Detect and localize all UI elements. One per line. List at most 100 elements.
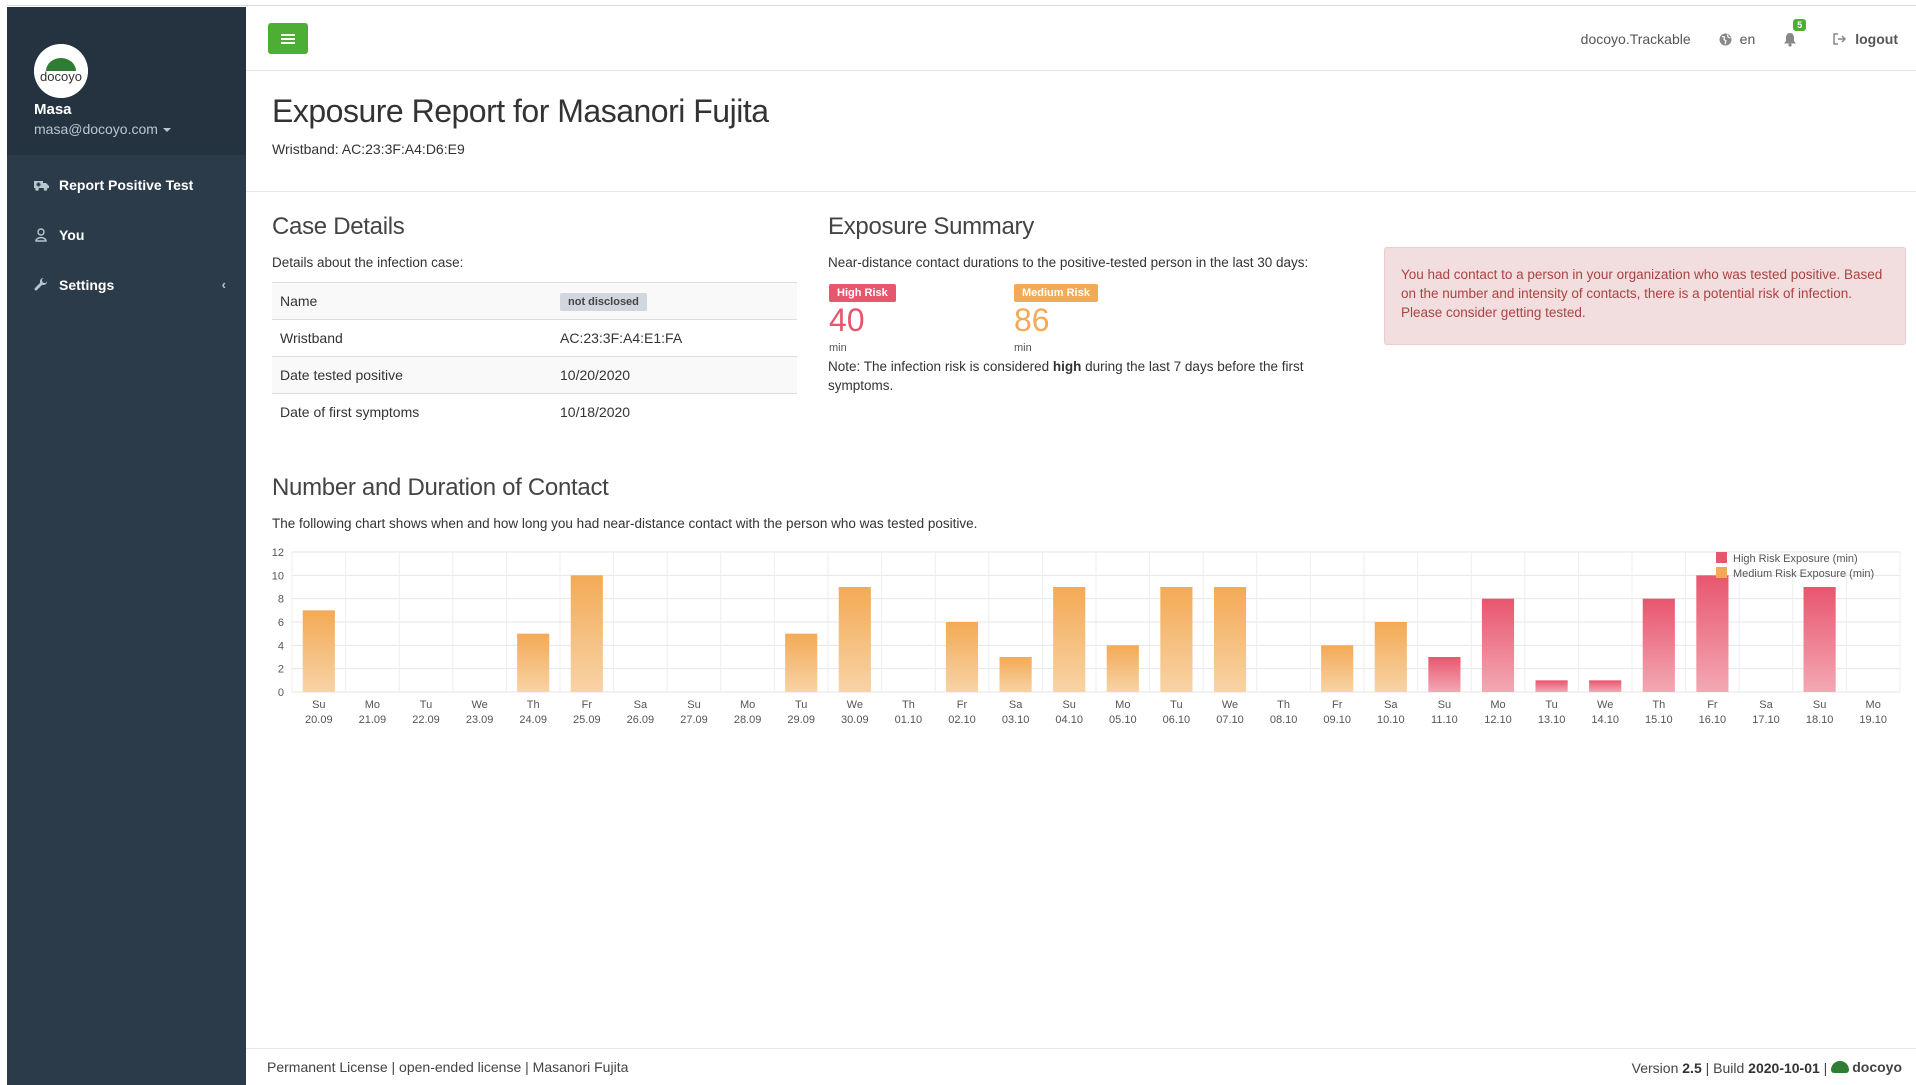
exposure-summary-title: Exposure Summary: [828, 213, 1034, 240]
x-tick-date: 09.10: [1323, 714, 1351, 726]
x-tick-date: 15.10: [1645, 714, 1673, 726]
wrench-icon: [33, 277, 49, 293]
x-tick-day: Tu: [795, 699, 807, 711]
x-tick-date: 16.10: [1699, 714, 1727, 726]
bar-high-risk: [1428, 657, 1461, 692]
exposure-summary-description: Near-distance contact durations to the p…: [828, 255, 1309, 270]
footer: Permanent License | open-ended license |…: [246, 1048, 1916, 1085]
bell-icon: [1783, 32, 1797, 47]
bar-medium-risk: [1053, 587, 1086, 692]
chart-y-axis: 0 2 4 6 8 10 12: [272, 547, 284, 699]
hamburger-icon: [281, 37, 295, 40]
license-info: Permanent License | open-ended license |…: [267, 1059, 629, 1075]
x-tick-date: 27.09: [680, 714, 708, 726]
x-tick-day: Th: [1652, 699, 1665, 711]
x-tick-date: 29.09: [787, 714, 815, 726]
bar-medium-risk: [838, 587, 871, 692]
x-tick-day: Su: [312, 699, 325, 711]
app-name: docoyo.Trackable: [1580, 31, 1691, 47]
x-tick-date: 26.09: [627, 714, 655, 726]
logo-text: docoyo: [40, 69, 82, 84]
content-header: Exposure Report for Masanori Fujita Wris…: [246, 71, 1916, 192]
sidebar-item-label: Report Positive Test: [59, 177, 194, 193]
docoyo-logo-icon: docoyo: [34, 44, 88, 98]
medium-risk-value: 86: [1014, 302, 1050, 338]
x-tick-day: We: [847, 699, 863, 711]
language-label: en: [1739, 31, 1756, 47]
x-tick-day: Th: [1277, 699, 1290, 711]
chart-bars: [302, 575, 1836, 692]
x-tick-day: Fr: [1707, 699, 1718, 711]
x-tick-day: Su: [1062, 699, 1075, 711]
x-tick-date: 01.10: [895, 714, 923, 726]
page-title: Exposure Report for Masanori Fujita: [272, 93, 769, 129]
bar-medium-risk: [1374, 622, 1407, 692]
chart-legend: High Risk Exposure (min) Medium Risk Expo…: [1716, 552, 1874, 580]
x-tick-day: Fr: [957, 699, 968, 711]
version-info: Version 2.5 | Build 2020-10-01 | docoyo: [1631, 1058, 1902, 1076]
x-tick-date: 28.09: [734, 714, 762, 726]
x-tick-date: 04.10: [1055, 714, 1083, 726]
high-risk-badge: High Risk: [829, 284, 896, 302]
case-value-name: not disclosed: [552, 282, 797, 320]
x-tick-date: 11.10: [1431, 714, 1458, 726]
legend-label: High Risk Exposure (min): [1733, 553, 1858, 565]
x-tick-date: 22.09: [412, 714, 440, 726]
user-icon: [33, 227, 49, 243]
medium-risk-badge: Medium Risk: [1014, 284, 1098, 302]
bar-medium-risk: [570, 575, 603, 692]
legend-swatch: [1716, 567, 1727, 578]
chevron-left-icon: ‹: [221, 277, 226, 292]
bar-medium-risk: [785, 633, 818, 692]
sidebar-item-report-positive-test[interactable]: Report Positive Test: [7, 162, 246, 208]
risk-note: Note: The infection risk is considered h…: [828, 357, 1348, 395]
case-key-name: Name: [272, 282, 552, 320]
table-row: Wristband AC:23:3F:A4:E1:FA: [272, 319, 797, 357]
ambulance-icon: [33, 177, 49, 193]
case-key-first-symptoms: Date of first symptoms: [272, 393, 552, 431]
user-email-dropdown[interactable]: masa@docoyo.com: [34, 121, 171, 137]
notifications-button[interactable]: 5: [1783, 18, 1807, 47]
footer-brand: docoyo: [1831, 1059, 1902, 1075]
user-panel: docoyo Masa masa@docoyo.com: [7, 7, 246, 155]
case-details-description: Details about the infection case:: [272, 255, 464, 270]
x-tick-day: Sa: [634, 699, 648, 711]
x-tick-day: We: [1222, 699, 1238, 711]
x-tick-day: Sa: [1384, 699, 1398, 711]
bar-medium-risk: [1321, 645, 1354, 692]
y-tick-label: 8: [278, 594, 284, 606]
globe-icon: [1719, 33, 1732, 46]
sidebar-item-you[interactable]: You: [7, 212, 246, 258]
x-tick-day: Mo: [1866, 699, 1881, 711]
bar-medium-risk: [1213, 587, 1247, 692]
x-tick-day: We: [1597, 699, 1613, 711]
sidebar: docoyo Masa masa@docoyo.com Report Posit…: [7, 7, 246, 1085]
x-tick-date: 18.10: [1806, 714, 1834, 726]
window-frame-top: [0, 0, 1916, 6]
y-tick-label: 12: [272, 547, 284, 559]
bar-high-risk: [1535, 680, 1568, 692]
not-disclosed-label: not disclosed: [560, 292, 647, 311]
user-name: Masa: [34, 101, 72, 118]
x-tick-day: Th: [527, 699, 540, 711]
sidebar-item-settings[interactable]: Settings ‹: [7, 262, 246, 308]
window-frame-left: [0, 0, 7, 1085]
y-tick-label: 4: [278, 640, 284, 652]
risk-alert: You had contact to a person in your orga…: [1384, 247, 1906, 345]
bar-high-risk: [1803, 587, 1836, 692]
language-selector[interactable]: en: [1719, 31, 1756, 47]
x-tick-date: 21.09: [359, 714, 387, 726]
user-email-text: masa@docoyo.com: [34, 121, 158, 137]
case-key-wristband: Wristband: [272, 319, 552, 357]
caret-down-icon: [162, 128, 171, 133]
x-tick-date: 25.09: [573, 714, 601, 726]
sidebar-toggle-button[interactable]: [268, 23, 308, 54]
logout-button[interactable]: logout: [1833, 31, 1898, 47]
x-tick-date: 14.10: [1591, 714, 1619, 726]
case-key-date-tested: Date tested positive: [272, 356, 552, 394]
x-tick-date: 20.09: [305, 714, 333, 726]
bar-high-risk: [1481, 598, 1515, 692]
x-tick-date: 08.10: [1270, 714, 1298, 726]
high-risk-value: 40: [829, 302, 865, 338]
legend-label: Medium Risk Exposure (min): [1733, 568, 1874, 580]
